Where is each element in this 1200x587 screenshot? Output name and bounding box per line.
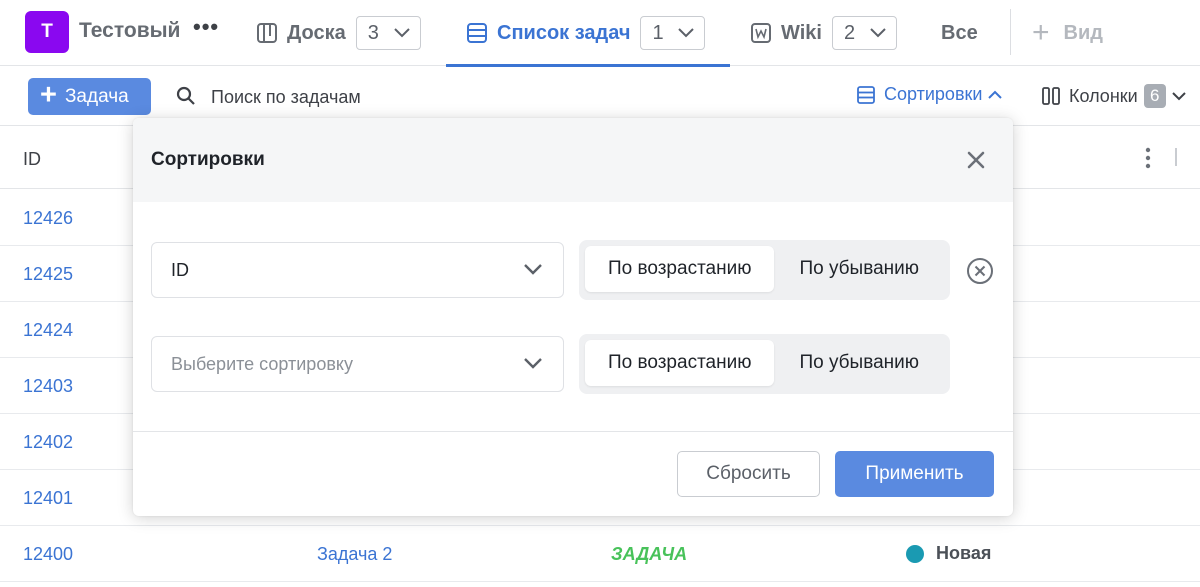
project-name[interactable]: Тестовый xyxy=(79,19,180,43)
add-task-button[interactable]: + Задача xyxy=(28,78,151,115)
add-view-label: Вид xyxy=(1063,21,1103,44)
plus-icon: + xyxy=(40,78,57,111)
sort-field-select[interactable]: Выберите сортировку xyxy=(151,336,564,392)
tab-all[interactable]: Все xyxy=(941,0,978,66)
tab-task-list-count-dropdown[interactable]: 1 xyxy=(640,16,706,50)
sort-descending-button[interactable]: По убыванию xyxy=(774,246,944,292)
tab-board[interactable]: Доска 3 xyxy=(256,0,421,66)
chevron-down-icon xyxy=(393,28,410,38)
task-id-link[interactable]: 12425 xyxy=(23,264,73,285)
board-icon xyxy=(256,22,278,44)
sort-list-icon xyxy=(857,85,875,104)
task-id-link[interactable]: 12400 xyxy=(23,544,73,565)
tab-board-count-dropdown[interactable]: 3 xyxy=(355,16,421,50)
task-id-link[interactable]: 12424 xyxy=(23,320,73,341)
sort-field-select[interactable]: ID xyxy=(151,242,564,298)
chevron-up-icon xyxy=(988,90,1003,99)
list-icon xyxy=(466,22,488,44)
column-resize-handle[interactable] xyxy=(1175,148,1177,166)
sort-field-placeholder: Выберите сортировку xyxy=(171,353,353,374)
tab-board-count: 3 xyxy=(367,21,379,44)
toolbar: + Задача Сортировки Колонки 6 xyxy=(0,66,1200,126)
search-icon xyxy=(176,86,195,105)
sort-descending-button[interactable]: По убыванию xyxy=(774,340,944,386)
sort-field-value: ID xyxy=(171,259,189,280)
columns-count-badge: 6 xyxy=(1143,84,1166,108)
sort-ascending-button[interactable]: По возрастанию xyxy=(585,340,775,386)
tab-board-label: Доска xyxy=(287,21,346,44)
chevron-down-icon xyxy=(870,28,886,38)
task-id-link[interactable]: 12426 xyxy=(23,208,73,229)
task-id-link[interactable]: 12402 xyxy=(23,432,73,453)
tab-wiki-count: 2 xyxy=(843,21,856,44)
sort-modal-footer-divider xyxy=(133,431,1013,432)
sort-direction-toggle: По возрастанию По убыванию xyxy=(579,240,950,300)
sort-toggle-button[interactable]: Сортировки xyxy=(856,84,1003,105)
task-status-label: Новая xyxy=(936,543,992,563)
chevron-down-icon xyxy=(1171,91,1186,100)
chevron-down-icon xyxy=(524,264,542,275)
sort-rule-row: ID По возрастанию По убыванию xyxy=(151,240,993,300)
sort-modal-header: Сортировки xyxy=(133,118,1013,202)
apply-button[interactable]: Применить xyxy=(835,451,994,497)
task-id-link[interactable]: 12401 xyxy=(23,488,73,509)
sort-modal-title: Сортировки xyxy=(151,149,265,170)
task-type-label: ЗАДАЧА xyxy=(611,544,688,564)
sort-ascending-button[interactable]: По возрастанию xyxy=(585,246,775,292)
project-more-button[interactable]: ••• xyxy=(193,14,219,40)
status-dot-icon xyxy=(906,544,924,563)
sort-modal: Сортировки ID По возрастанию По убыванию… xyxy=(133,118,1013,516)
wiki-icon xyxy=(750,22,772,44)
sort-toggle-label: Сортировки xyxy=(884,84,983,104)
table-row[interactable]: 12400 Задача 2 ЗАДАЧА Новая xyxy=(0,526,1200,582)
columns-icon xyxy=(1042,87,1060,105)
task-status[interactable]: Новая xyxy=(906,543,991,564)
nav-divider xyxy=(1010,9,1011,55)
search-input[interactable] xyxy=(211,84,541,110)
tab-all-label: Все xyxy=(941,21,978,44)
column-menu-icon[interactable] xyxy=(1140,146,1156,170)
column-header-id[interactable]: ID xyxy=(23,149,41,170)
add-view-button[interactable]: + Вид xyxy=(1032,0,1103,66)
tab-wiki-count-dropdown[interactable]: 2 xyxy=(831,16,897,50)
plus-icon: + xyxy=(1032,16,1050,49)
columns-toggle-label: Колонки xyxy=(1069,85,1138,106)
chevron-down-icon xyxy=(524,358,542,369)
tab-wiki[interactable]: Wiki 2 xyxy=(750,0,897,66)
tab-wiki-label: Wiki xyxy=(781,21,822,44)
top-navigation: Т Тестовый ••• Доска 3 Список задач 1 Wi… xyxy=(0,0,1200,67)
sort-rule-row: Выберите сортировку По возрастанию По уб… xyxy=(151,334,981,394)
add-task-label: Задача xyxy=(64,85,129,107)
sort-direction-toggle: По возрастанию По убыванию xyxy=(579,334,950,394)
task-title-link[interactable]: Задача 2 xyxy=(317,544,392,565)
tab-task-list-count: 1 xyxy=(652,21,664,44)
close-icon[interactable] xyxy=(966,150,986,170)
tab-task-list[interactable]: Список задач 1 xyxy=(446,0,730,67)
task-id-link[interactable]: 12403 xyxy=(23,376,73,397)
project-avatar[interactable]: Т xyxy=(25,11,69,53)
chevron-down-icon xyxy=(678,28,695,38)
reset-button[interactable]: Сбросить xyxy=(677,451,820,497)
columns-toggle-button[interactable]: Колонки 6 xyxy=(1041,84,1186,108)
remove-sort-icon[interactable] xyxy=(966,257,994,285)
tab-task-list-label: Список задач xyxy=(497,21,631,44)
